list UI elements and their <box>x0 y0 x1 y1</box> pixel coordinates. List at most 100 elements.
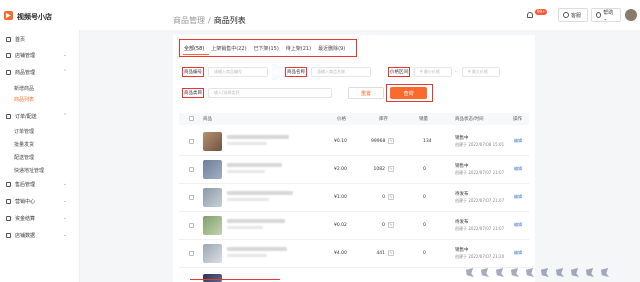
table-header: 商品 价格 库存 销量 商品状态/时间 操作 <box>179 113 529 125</box>
edit-stock-icon[interactable]: ✎ <box>388 138 394 144</box>
price-max-input[interactable]: ¥ 最大价格 <box>462 67 500 77</box>
price-range-label: 价格区间 <box>388 67 410 77</box>
sidebar-item-label: 售后管理 <box>15 181 36 188</box>
page-title: 商品列表 <box>213 16 246 25</box>
price-range-dash: - <box>455 69 457 75</box>
customer-service-button[interactable]: 客服 <box>558 8 588 22</box>
col-sales: 销量 <box>419 117 428 122</box>
product-title-blurred <box>227 191 293 195</box>
sidebar-subitem-express-address[interactable]: 快递地址管理 <box>14 167 44 174</box>
price-min-input[interactable]: ¥ 最小价格 <box>414 67 452 77</box>
chevron-down-icon: ⌄ <box>62 52 67 58</box>
select-all-checkbox[interactable] <box>189 116 194 121</box>
breadcrumb: 商品管理 / 商品列表 <box>173 15 246 26</box>
col-status: 商品状态/时间 <box>455 117 484 122</box>
sidebar-item-label: 店铺数据 <box>15 232 36 239</box>
after-sales-icon <box>6 181 11 187</box>
shop-logo-icon <box>4 11 13 20</box>
sidebar: 首页 店铺管理 ⌄ 商品管理 ⌃ 新增商品 商品列表 订单/配送 ⌃ 订单管理 批量发… <box>0 30 80 282</box>
product-image <box>203 244 222 263</box>
row-checkbox[interactable] <box>189 195 194 200</box>
home-icon <box>6 36 11 42</box>
row-edit-link[interactable]: 编辑 <box>514 194 522 200</box>
sidebar-subitem-add-product[interactable]: 新增商品 <box>14 85 34 92</box>
edit-stock-icon[interactable]: ✎ <box>388 250 394 256</box>
chevron-up-icon: ⌃ <box>62 69 67 75</box>
product-name-input[interactable]: 请输入商品名称 <box>311 67 371 77</box>
category-input[interactable]: 输入/选择类目 <box>208 88 332 98</box>
product-image <box>203 188 222 207</box>
row-time: 创建于 2022/07/07 21:20 <box>455 254 505 259</box>
help-icon <box>596 12 602 18</box>
tab-deleted[interactable]: 最近删除(9) <box>318 45 345 52</box>
product-title-blurred <box>227 135 289 139</box>
sidebar-item-home[interactable]: 首页 <box>6 34 73 44</box>
sidebar-subitem-delivery[interactable]: 配送管理 <box>14 154 34 161</box>
help-button[interactable]: 帮助 ⌄ <box>591 8 621 22</box>
sidebar-subitem-order-manage[interactable]: 订单管理 <box>14 128 34 135</box>
sidebar-item-label: 营销中心 <box>15 198 36 205</box>
edit-stock-icon[interactable]: ✎ <box>388 222 394 228</box>
row-checkbox[interactable] <box>189 223 194 228</box>
avatar[interactable] <box>625 9 637 21</box>
sidebar-item-finance[interactable]: 资金结算 ⌄ <box>6 213 73 223</box>
row-edit-link[interactable]: 编辑 <box>514 250 522 256</box>
row-stock: 1082 <box>373 167 385 172</box>
finance-icon <box>6 215 11 221</box>
table-row: ¥0.10 99968 ✎ 134 销售中 创建于 2022/07/08 15:… <box>179 128 529 156</box>
row-sales: 0 <box>423 223 426 228</box>
row-time: 创建于 2022/07/07 21:07 <box>455 170 505 175</box>
sidebar-subitem-batch-ship[interactable]: 批量发货 <box>14 141 34 148</box>
top-bar: 视频号小店 商品管理 / 商品列表 99+ 客服 帮助 ⌄ <box>0 0 640 30</box>
tab-off-shelf[interactable]: 已下架(15) <box>254 45 279 52</box>
sidebar-item-products[interactable]: 商品管理 ⌃ <box>6 67 73 77</box>
headset-icon <box>563 12 569 18</box>
product-id-blurred <box>227 254 267 257</box>
breadcrumb-parent[interactable]: 商品管理 <box>173 16 205 25</box>
chevron-down-icon: ⌄ <box>62 215 67 221</box>
tab-all[interactable]: 全部(58) <box>184 45 204 52</box>
row-checkbox[interactable] <box>189 139 194 144</box>
row-edit-link[interactable]: 编辑 <box>514 166 522 172</box>
row-time: 创建于 2022/07/07 21:07 <box>455 198 505 203</box>
product-id-blurred <box>227 226 263 229</box>
watermark-logo <box>465 268 635 282</box>
row-price: ¥4.00 <box>334 251 347 256</box>
product-image <box>203 216 222 235</box>
brand-name: 视频号小店 <box>17 13 52 21</box>
row-status: 待发布 <box>455 220 469 225</box>
category-label: 商品类目 <box>182 88 204 98</box>
row-status: 销售中 <box>455 248 469 253</box>
row-edit-link[interactable]: 编辑 <box>514 222 522 228</box>
notification-button[interactable]: 99+ <box>527 8 548 22</box>
sidebar-item-shop[interactable]: 店铺管理 ⌄ <box>6 50 73 60</box>
marketing-icon <box>6 198 11 204</box>
reset-button[interactable]: 重置 <box>348 87 384 99</box>
row-stock: 0 <box>382 223 385 228</box>
chevron-down-icon: ⌄ <box>62 232 67 238</box>
sidebar-item-data[interactable]: 店铺数据 ⌄ <box>6 230 73 240</box>
sidebar-item-orders[interactable]: 订单/配送 ⌃ <box>6 111 73 121</box>
row-checkbox[interactable] <box>189 167 194 172</box>
sidebar-item-marketing[interactable]: 营销中心 ⌄ <box>6 196 73 206</box>
sidebar-item-after-sales[interactable]: 售后管理 ⌄ <box>6 179 73 189</box>
edit-stock-icon[interactable]: ✎ <box>388 166 394 172</box>
col-price: 价格 <box>337 117 346 122</box>
row-sales: 134 <box>423 139 432 144</box>
sidebar-subitem-product-list[interactable]: 商品列表 <box>14 96 34 103</box>
tab-on-sale[interactable]: 上架销售中(22) <box>211 45 246 52</box>
active-tab-indicator <box>183 54 209 55</box>
row-status: 销售中 <box>455 136 469 141</box>
product-code-input[interactable]: 请输入商品编号 <box>208 67 268 77</box>
bell-icon: 99+ <box>527 9 548 18</box>
row-sales: 0 <box>423 167 426 172</box>
row-time: 创建于 2022/07/07 21:07 <box>455 226 505 231</box>
row-checkbox[interactable] <box>189 251 194 256</box>
query-button[interactable]: 查询 <box>390 87 427 99</box>
row-stock: 99968 <box>371 139 386 144</box>
tab-pending[interactable]: 待上架(21) <box>286 45 311 52</box>
sidebar-item-label: 订单/配送 <box>15 113 37 120</box>
edit-stock-icon[interactable]: ✎ <box>388 194 394 200</box>
product-title-blurred <box>227 247 287 251</box>
row-edit-link[interactable]: 编辑 <box>514 138 522 144</box>
